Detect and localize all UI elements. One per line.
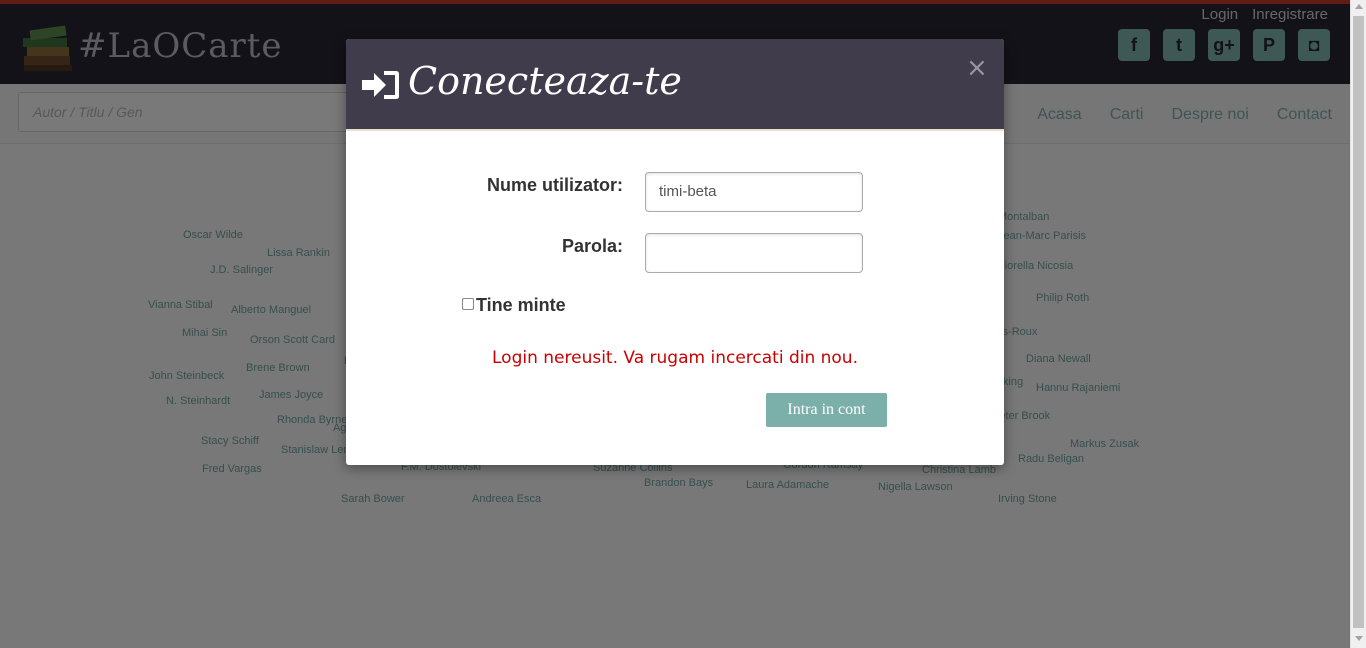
- password-label: Parola:: [561, 236, 623, 256]
- modal-title: Conecteaza-te: [408, 59, 682, 103]
- close-icon[interactable]: ×: [966, 53, 988, 83]
- modal-header: Conecteaza-te ×: [346, 39, 1004, 131]
- username-label: Nume utilizator:: [486, 175, 623, 195]
- scroll-up-arrow-icon[interactable]: [1355, 4, 1363, 9]
- username-field[interactable]: timi-beta: [645, 172, 863, 212]
- remember-me-checkbox[interactable]: [462, 298, 474, 310]
- login-modal: Conecteaza-te × Nume utilizator: timi-be…: [346, 39, 1004, 465]
- login-error-message: Login nereusit. Va rugam incercati din n…: [492, 348, 858, 368]
- page-scrollbar[interactable]: [1350, 0, 1366, 648]
- remember-me-label[interactable]: Tine minte: [476, 295, 566, 316]
- sign-in-icon: [362, 71, 399, 99]
- scrollbar-thumb[interactable]: [1353, 16, 1364, 628]
- submit-login-button[interactable]: Intra in cont: [766, 393, 887, 427]
- password-field[interactable]: [645, 233, 863, 273]
- scroll-down-arrow-icon[interactable]: [1355, 636, 1363, 641]
